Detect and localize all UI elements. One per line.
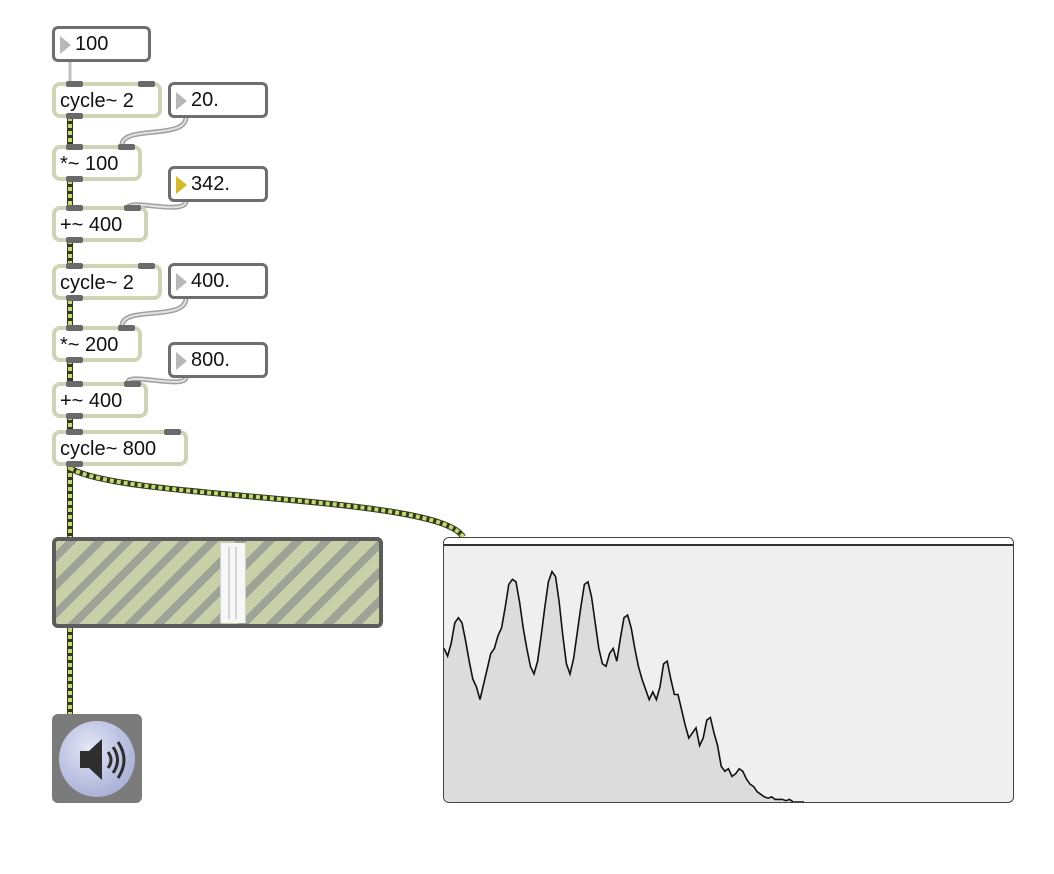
number-triangle-icon xyxy=(176,273,187,291)
object-cycle-b[interactable]: cycle~ 2 xyxy=(52,263,162,301)
object-label: cycle~ 800 xyxy=(60,438,157,460)
object-label: cycle~ 2 xyxy=(60,272,134,294)
number-triangle-icon xyxy=(176,352,187,370)
spectroscope-plot xyxy=(444,569,804,802)
inlet[interactable] xyxy=(124,381,141,387)
outlet[interactable] xyxy=(66,461,83,467)
number-box-mult1[interactable]: 20. xyxy=(168,82,268,118)
inlet[interactable] xyxy=(66,325,83,331)
number-triangle-icon xyxy=(176,176,187,194)
number-triangle-icon xyxy=(176,92,187,110)
speaker-icon xyxy=(80,739,126,780)
object-cycle-c[interactable]: cycle~ 800 xyxy=(52,429,188,467)
inlet[interactable] xyxy=(66,263,83,269)
number-box-cycle2[interactable]: 400. xyxy=(168,263,268,299)
inlet[interactable] xyxy=(124,205,141,211)
gain-slider[interactable] xyxy=(52,537,383,628)
object-label: +~ 400 xyxy=(60,214,123,236)
number-value: 20. xyxy=(191,89,219,111)
number-box-add2[interactable]: 800. xyxy=(168,342,268,378)
inlet[interactable] xyxy=(138,81,155,87)
object-add-b[interactable]: +~ 400 xyxy=(52,381,148,419)
number-triangle-icon xyxy=(60,36,71,54)
spectrum-area xyxy=(444,571,804,802)
number-box-add1[interactable]: 342. xyxy=(168,166,268,202)
inlet[interactable] xyxy=(66,144,83,150)
object-label: *~ 100 xyxy=(60,153,119,175)
inlet[interactable] xyxy=(138,263,155,269)
dac-button[interactable] xyxy=(52,714,142,803)
number-value: 100 xyxy=(75,33,109,55)
outlet[interactable] xyxy=(66,237,83,243)
object-label: +~ 400 xyxy=(60,390,123,412)
number-value: 342. xyxy=(191,173,230,195)
spectroscope[interactable] xyxy=(443,537,1014,803)
inlet[interactable] xyxy=(66,205,83,211)
object-cycle-a[interactable]: cycle~ 2 xyxy=(52,81,162,119)
outlet[interactable] xyxy=(66,357,83,363)
outlet[interactable] xyxy=(66,113,83,119)
number-value: 400. xyxy=(191,270,230,292)
object-label: *~ 200 xyxy=(60,334,119,356)
spectroscope-top-border xyxy=(444,538,1013,546)
outlet[interactable] xyxy=(66,295,83,301)
object-mult-a[interactable]: *~ 100 xyxy=(52,144,142,182)
outlet[interactable] xyxy=(66,176,83,182)
inlet[interactable] xyxy=(66,429,83,435)
object-label: cycle~ 2 xyxy=(60,90,134,112)
gain-slider-handle[interactable] xyxy=(220,543,246,623)
inlet[interactable] xyxy=(118,325,135,331)
object-mult-b[interactable]: *~ 200 xyxy=(52,325,142,363)
inlet[interactable] xyxy=(66,81,83,87)
object-add-a[interactable]: +~ 400 xyxy=(52,205,148,243)
outlet[interactable] xyxy=(66,413,83,419)
number-box-freq[interactable]: 100 xyxy=(52,26,151,62)
number-value: 800. xyxy=(191,349,230,371)
inlet[interactable] xyxy=(66,381,83,387)
inlet[interactable] xyxy=(118,144,135,150)
inlet[interactable] xyxy=(164,429,181,435)
